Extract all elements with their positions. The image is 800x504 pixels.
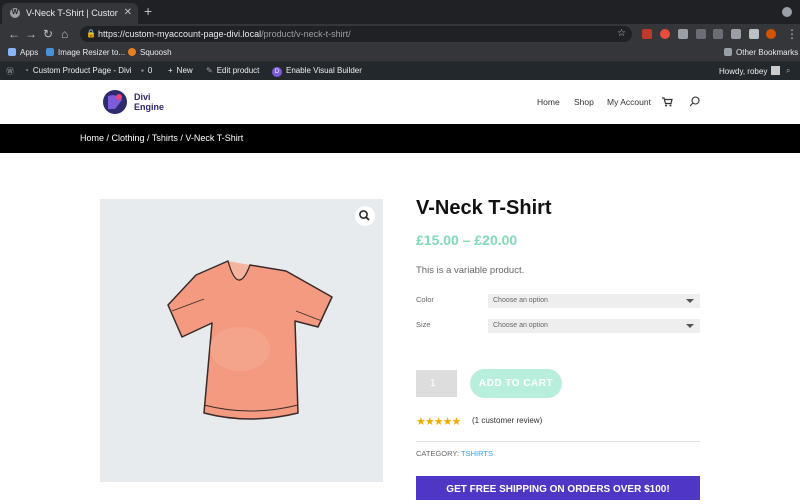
bookmark-image-resizer[interactable]: Image Resizer to...	[46, 48, 125, 57]
extension-icon[interactable]	[660, 29, 670, 39]
product-category: CATEGORY: TSHIRTS	[416, 449, 493, 458]
folder-icon	[724, 48, 732, 56]
product-description: This is a variable product.	[416, 265, 525, 276]
wp-logo-icon[interactable]: Ⓦ	[6, 66, 14, 77]
site-header: Divi Engine Home Shop My Account	[0, 80, 800, 124]
apps-grid-icon	[8, 48, 16, 56]
chevron-down-icon	[686, 299, 694, 303]
lock-icon: 🔒	[86, 29, 96, 38]
admin-new[interactable]: + New	[168, 66, 193, 75]
logo-text: Divi Engine	[134, 92, 165, 112]
divi-icon: D	[272, 67, 282, 77]
plus-icon: +	[168, 66, 173, 75]
back-icon[interactable]: ←	[8, 26, 20, 42]
browser-tab[interactable]: W V-Neck T-Shirt | Custom Produ ✕	[2, 3, 138, 24]
url-text: https://custom-myaccount-page-divi.local…	[98, 29, 351, 39]
bookmark-squoosh[interactable]: Squoosh	[128, 48, 172, 57]
cart-icon[interactable]	[662, 97, 673, 107]
size-select[interactable]: Choose an option	[488, 319, 700, 333]
review-link[interactable]: (1 customer review)	[472, 416, 542, 425]
add-to-cart-button[interactable]: ADD TO CART	[470, 369, 562, 398]
pencil-icon: ✎	[206, 66, 213, 75]
browser-menu-icon[interactable]: ⋮	[786, 26, 798, 42]
tab-close-icon[interactable]: ✕	[124, 7, 132, 18]
breadcrumb-band: Home / Clothing / Tshirts / V-Neck T-Shi…	[0, 124, 800, 153]
comment-icon: ▪	[141, 66, 144, 75]
forward-icon[interactable]: →	[25, 26, 37, 42]
image-resizer-icon	[46, 48, 54, 56]
wordpress-icon: W	[10, 8, 20, 18]
nav-home[interactable]: Home	[537, 97, 560, 107]
admin-site-link[interactable]: ◔ Custom Product Page - Divi	[24, 66, 132, 75]
bookmark-apps[interactable]: Apps	[8, 48, 38, 57]
wp-admin-bar: Ⓦ ◔ Custom Product Page - Divi ▪ 0 + New ✎ E…	[0, 62, 800, 80]
color-select[interactable]: Choose an option	[488, 294, 700, 308]
squoosh-icon	[128, 48, 136, 56]
other-bookmarks[interactable]: Other Bookmarks	[724, 48, 798, 57]
category-link[interactable]: TSHIRTS	[461, 449, 493, 458]
window-menu-icon[interactable]	[782, 7, 792, 17]
free-shipping-banner: GET FREE SHIPPING ON ORDERS OVER $100!	[416, 476, 700, 500]
profile-avatar[interactable]	[766, 29, 776, 39]
extension-icon[interactable]	[678, 29, 688, 39]
extensions-puzzle-icon[interactable]	[749, 29, 759, 39]
extension-icon[interactable]	[696, 29, 706, 39]
new-tab-button[interactable]: +	[144, 3, 152, 19]
bookmarks-bar: Apps Image Resizer to... Squoosh Other B…	[0, 44, 800, 62]
address-bar[interactable]: 🔒 https://custom-myaccount-page-divi.loc…	[80, 26, 632, 42]
admin-comments[interactable]: ▪ 0	[141, 66, 152, 75]
divi-engine-logo-icon	[103, 90, 127, 114]
product-price: £15.00 – £20.00	[416, 232, 518, 248]
breadcrumb[interactable]: Home / Clothing / Tshirts / V-Neck T-Shi…	[80, 133, 243, 143]
size-label: Size	[416, 320, 431, 329]
extension-icon[interactable]	[731, 29, 741, 39]
quantity-input[interactable]: 1	[416, 370, 457, 397]
bookmark-star-icon[interactable]: ☆	[617, 26, 626, 42]
tshirt-illustration	[167, 260, 333, 420]
site-logo[interactable]: Divi Engine	[102, 89, 172, 115]
reload-icon[interactable]: ↻	[43, 26, 53, 42]
nav-my-account[interactable]: My Account	[607, 97, 651, 107]
extension-icon[interactable]	[642, 29, 652, 39]
dashboard-icon: ◔	[24, 66, 29, 75]
admin-search-icon[interactable]: ⌕	[786, 66, 790, 76]
extension-icon[interactable]	[713, 29, 723, 39]
admin-howdy[interactable]: Howdy, robey	[719, 66, 781, 76]
admin-visual-builder[interactable]: D Enable Visual Builder	[272, 66, 362, 77]
product-title: V-Neck T-Shirt	[416, 197, 552, 219]
nav-shop[interactable]: Shop	[574, 97, 594, 107]
color-label: Color	[416, 295, 434, 304]
product-image[interactable]	[100, 199, 383, 482]
home-icon[interactable]: ⌂	[61, 26, 68, 42]
tab-title: V-Neck T-Shirt | Custom Produ	[26, 8, 118, 18]
admin-edit-product[interactable]: ✎ Edit product	[206, 66, 259, 75]
user-avatar	[771, 66, 781, 75]
browser-tab-strip: W V-Neck T-Shirt | Custom Produ ✕ +	[0, 0, 800, 24]
magnifier-icon	[359, 210, 370, 221]
search-icon[interactable]	[689, 96, 700, 107]
chevron-down-icon	[686, 324, 694, 328]
browser-toolbar: ← → ↻ ⌂ 🔒 https://custom-myaccount-page-…	[0, 24, 800, 44]
star-rating: ★★★★★	[416, 416, 461, 428]
zoom-button[interactable]	[355, 206, 375, 226]
divider	[416, 441, 700, 442]
